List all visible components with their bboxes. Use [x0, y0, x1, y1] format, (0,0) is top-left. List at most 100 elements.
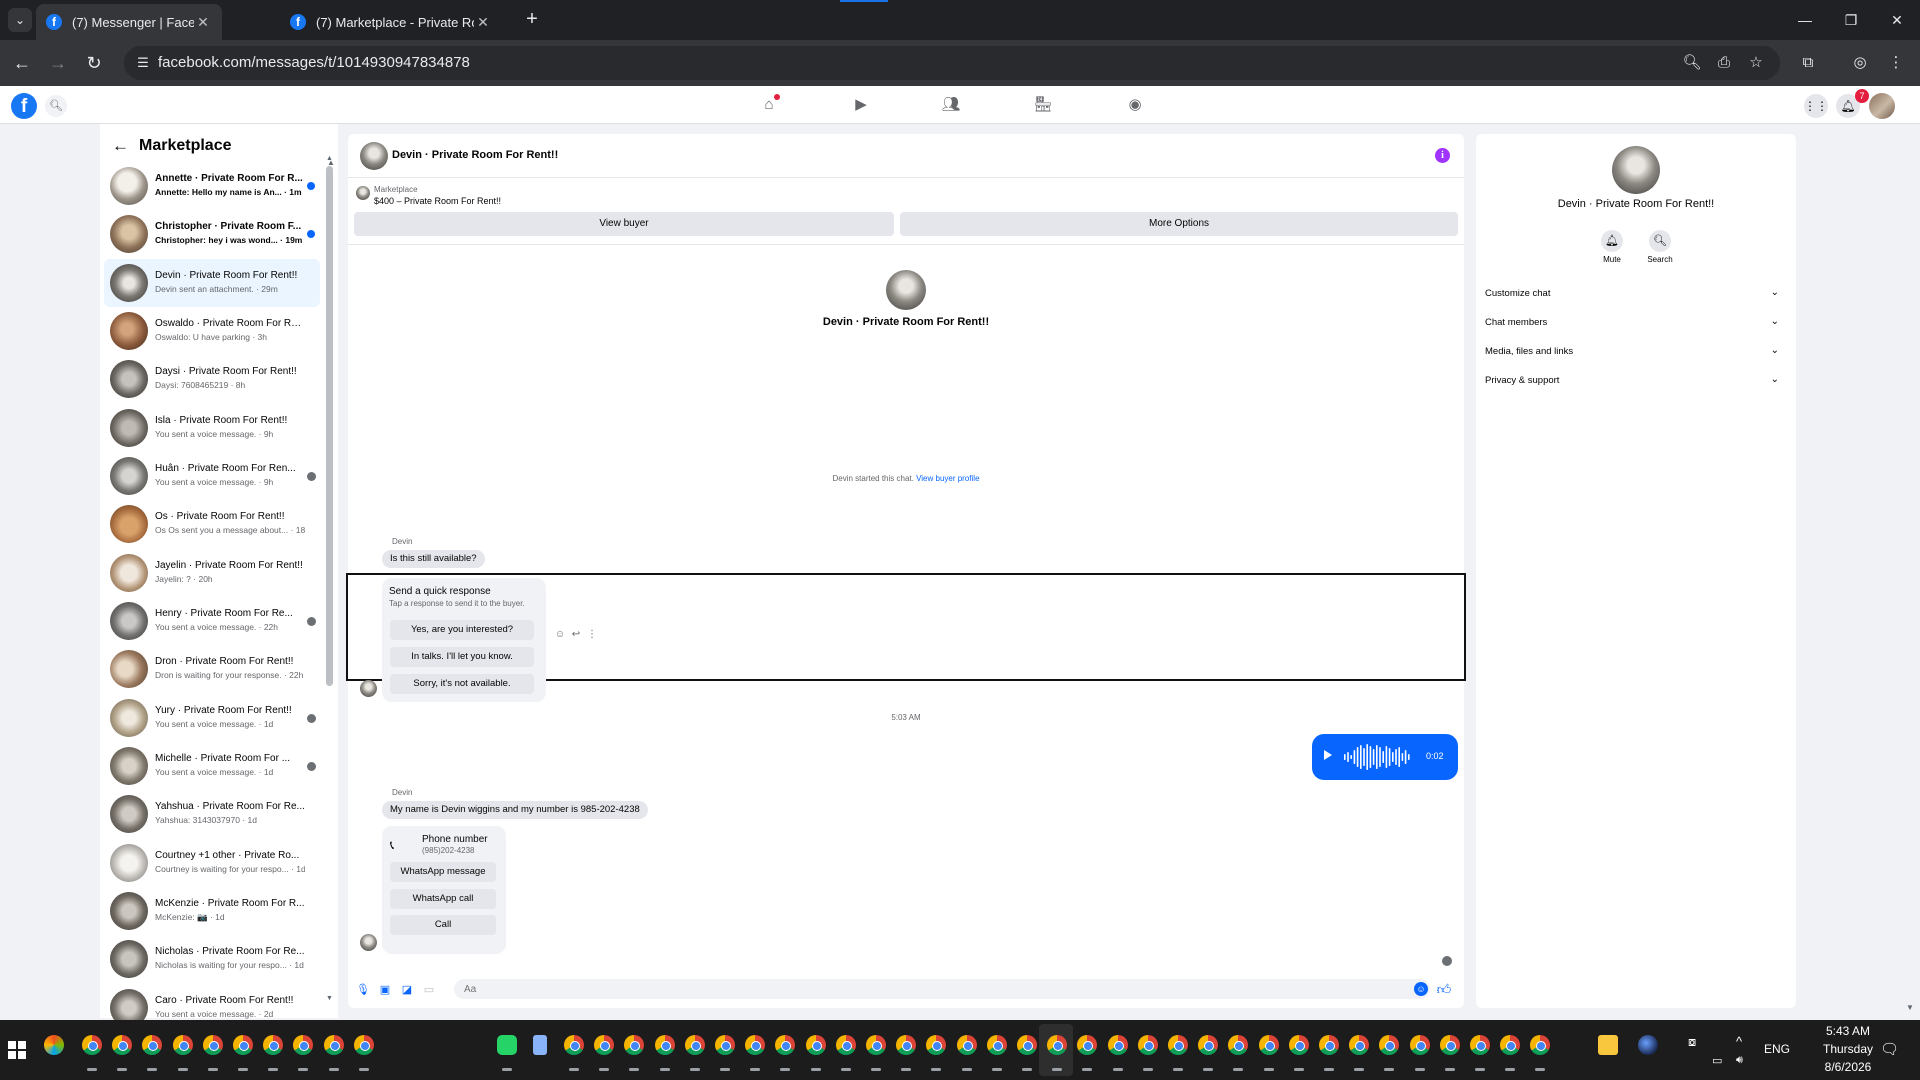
- search-icon[interactable]: 🔍︎: [45, 95, 67, 117]
- chrome-icon[interactable]: [1047, 1035, 1067, 1055]
- chrome-icon[interactable]: [1500, 1035, 1520, 1055]
- zoom-icon[interactable]: 🔍︎: [1682, 54, 1702, 72]
- conversation-item[interactable]: Jayelin · Private Room For Rent!! Jayelin…: [104, 549, 320, 597]
- chrome-icon[interactable]: [1228, 1035, 1248, 1055]
- conversation-item[interactable]: Os · Private Room For Rent!! Os Os sent y…: [104, 500, 320, 548]
- photo-icon[interactable]: ▣: [378, 983, 392, 997]
- microphone-icon[interactable]: 🎙︎: [356, 983, 370, 997]
- tab-search-chevron-icon[interactable]: ⌄: [8, 8, 32, 32]
- chrome-icon[interactable]: [866, 1035, 886, 1055]
- copilot-icon[interactable]: [44, 1035, 64, 1055]
- conversation-item[interactable]: McKenzie · Private Room For R... McKenzie…: [104, 887, 320, 935]
- voice-message-bubble[interactable]: 0:02: [1312, 734, 1458, 780]
- friends-icon[interactable]: 👥︎: [940, 94, 962, 116]
- conversation-item[interactable]: Yahshua · Private Room For Re... Yahshua:…: [104, 790, 320, 838]
- quick-response-not-available-button[interactable]: Sorry, it's not available.: [390, 674, 534, 694]
- chrome-icon[interactable]: [263, 1035, 283, 1055]
- tab-close-icon[interactable]: ✕: [474, 14, 492, 31]
- chrome-icon[interactable]: [1017, 1035, 1037, 1055]
- chrome-icon[interactable]: [1108, 1035, 1128, 1055]
- conversation-item[interactable]: Daysi · Private Room For Rent!! Daysi: 76…: [104, 355, 320, 403]
- message-bubble[interactable]: Is this still available?: [382, 550, 485, 568]
- profile-icon[interactable]: ◎: [1848, 51, 1872, 75]
- chrome-icon[interactable]: [987, 1035, 1007, 1055]
- chrome-icon[interactable]: [685, 1035, 705, 1055]
- conversation-item[interactable]: Dron · Private Room For Rent!! Dron is wa…: [104, 645, 320, 693]
- chrome-icon[interactable]: [1289, 1035, 1309, 1055]
- page-scroll-down-arrow-icon[interactable]: ▼: [1906, 1003, 1914, 1012]
- site-info-icon[interactable]: ☰: [134, 54, 152, 72]
- search-action[interactable]: 🔍︎ Search: [1640, 230, 1680, 264]
- call-button[interactable]: Call: [390, 915, 496, 935]
- details-avatar[interactable]: [1612, 146, 1660, 194]
- chrome-icon[interactable]: [1530, 1035, 1550, 1055]
- clock-date[interactable]: 8/6/2026: [1808, 1060, 1888, 1074]
- windows-start-icon[interactable]: [8, 1041, 26, 1059]
- sender-avatar[interactable]: [360, 934, 377, 951]
- chrome-icon[interactable]: [82, 1035, 102, 1055]
- more-actions-icon[interactable]: ⋮: [586, 629, 598, 641]
- intro-avatar[interactable]: [886, 270, 926, 310]
- quick-response-yes-button[interactable]: Yes, are you interested?: [390, 620, 534, 640]
- chrome-icon[interactable]: [354, 1035, 374, 1055]
- more-options-button[interactable]: More Options: [900, 212, 1458, 236]
- chrome-icon[interactable]: [1198, 1035, 1218, 1055]
- conversation-item[interactable]: Yury · Private Room For Rent!! You sent a…: [104, 694, 320, 742]
- chrome-icon[interactable]: [715, 1035, 735, 1055]
- chrome-icon[interactable]: [1259, 1035, 1279, 1055]
- clock-day[interactable]: Thursday: [1808, 1042, 1888, 1056]
- browser-menu-icon[interactable]: ⋮: [1884, 51, 1908, 75]
- media-files-links-row[interactable]: Media, files and links ⌄: [1485, 342, 1787, 362]
- clock-time[interactable]: 5:43 AM: [1808, 1024, 1888, 1038]
- chrome-icon[interactable]: [1349, 1035, 1369, 1055]
- file-explorer-icon[interactable]: [1598, 1035, 1618, 1055]
- bookmark-star-icon[interactable]: ☆: [1746, 54, 1766, 72]
- sticker-icon[interactable]: ◪: [400, 983, 414, 997]
- chrome-icon[interactable]: [1138, 1035, 1158, 1055]
- chrome-icon[interactable]: [806, 1035, 826, 1055]
- conversation-item[interactable]: Oswaldo · Private Room For Re... Oswaldo:…: [104, 307, 320, 355]
- account-avatar[interactable]: [1869, 93, 1895, 119]
- conversation-item[interactable]: Michelle · Private Room For ... You sent …: [104, 742, 320, 790]
- view-buyer-profile-link[interactable]: View buyer profile: [916, 474, 979, 483]
- reply-icon[interactable]: ↩: [570, 629, 582, 641]
- listing-thumbnail[interactable]: [356, 186, 370, 200]
- url-text[interactable]: facebook.com/messages/t/1014930947834878: [158, 54, 470, 71]
- install-app-icon[interactable]: ⎙: [1714, 54, 1734, 72]
- chrome-icon[interactable]: [775, 1035, 795, 1055]
- emoji-icon[interactable]: ☺: [1414, 982, 1428, 996]
- notification-center-icon[interactable]: 🗨︎: [1880, 1040, 1899, 1058]
- chrome-icon[interactable]: [233, 1035, 253, 1055]
- gif-icon[interactable]: ▭: [422, 983, 436, 997]
- conversation-item[interactable]: Christopher · Private Room F... Christoph…: [104, 210, 320, 258]
- address-bar[interactable]: ☰ facebook.com/messages/t/10149309478348…: [124, 46, 1780, 80]
- chrome-icon[interactable]: [173, 1035, 193, 1055]
- mute-action[interactable]: 🔔︎ Mute: [1592, 230, 1632, 264]
- chrome-icon[interactable]: [1379, 1035, 1399, 1055]
- page-scroll-up-arrow-icon[interactable]: ▲: [327, 158, 335, 167]
- minimize-icon[interactable]: —: [1782, 0, 1828, 40]
- forward-arrow-icon[interactable]: →: [46, 51, 70, 75]
- chrome-icon[interactable]: [1470, 1035, 1490, 1055]
- back-arrow-icon[interactable]: ←: [10, 51, 34, 75]
- tab-close-icon[interactable]: ✕: [194, 14, 212, 31]
- close-window-icon[interactable]: ✕: [1874, 0, 1920, 40]
- conversation-item[interactable]: Huân · Private Room For Ren... You sent a…: [104, 452, 320, 500]
- extensions-puzzle-icon[interactable]: ⧉: [1796, 51, 1820, 75]
- scroll-thumb[interactable]: [326, 166, 333, 686]
- network-icon[interactable]: ▭: [1712, 1054, 1722, 1067]
- chrome-icon[interactable]: [1077, 1035, 1097, 1055]
- conversation-item[interactable]: Devin · Private Room For Rent!! Devin sen…: [104, 258, 320, 307]
- tab-marketplace[interactable]: f (7) Marketplace - Private Room ✕: [280, 4, 502, 40]
- restore-icon[interactable]: ❐: [1828, 0, 1874, 40]
- camera-icon[interactable]: ⧇: [1688, 1034, 1696, 1050]
- react-emoji-icon[interactable]: ☺: [554, 629, 566, 641]
- video-icon[interactable]: ▶: [850, 94, 872, 116]
- chrome-icon[interactable]: [594, 1035, 614, 1055]
- whatsapp-icon[interactable]: [497, 1035, 517, 1055]
- listing-title[interactable]: $400 – Private Room For Rent!!: [374, 196, 501, 206]
- privacy-support-row[interactable]: Privacy & support ⌄: [1485, 371, 1787, 391]
- chrome-icon[interactable]: [564, 1035, 584, 1055]
- whatsapp-message-button[interactable]: WhatsApp message: [390, 862, 496, 882]
- chrome-icon[interactable]: [624, 1035, 644, 1055]
